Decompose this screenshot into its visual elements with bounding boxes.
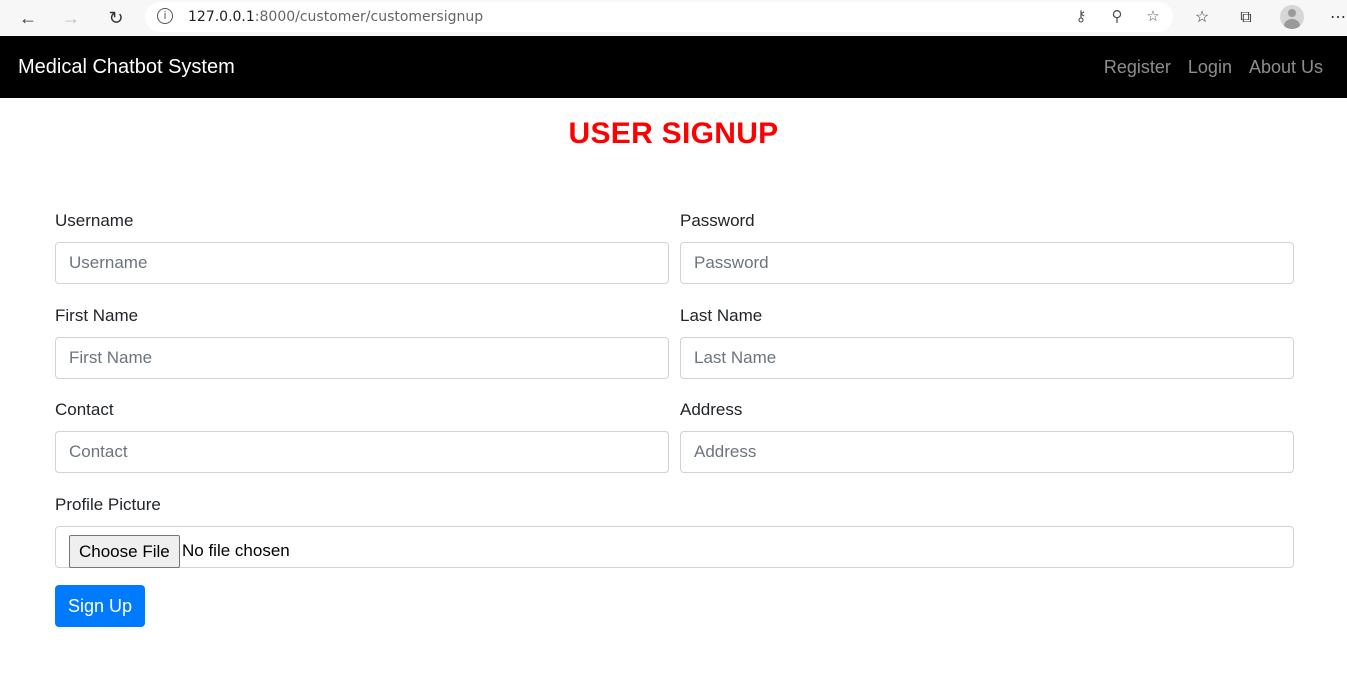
first-name-input[interactable] <box>55 337 669 379</box>
password-input[interactable] <box>680 242 1294 284</box>
browser-toolbar: ← → ↻ i 127.0.0.1:8000/customer/customer… <box>0 0 1347 36</box>
address-label: Address <box>680 400 743 419</box>
profile-picture-input[interactable]: Choose File No file chosen <box>55 526 1294 568</box>
zoom-icon[interactable]: ⚲ <box>1107 7 1127 27</box>
site-info-icon[interactable]: i <box>157 8 173 24</box>
username-input[interactable] <box>55 242 669 284</box>
url-text[interactable]: 127.0.0.1:8000/customer/customersignup <box>188 9 483 25</box>
favorites-icon[interactable]: ☆ <box>1190 6 1214 30</box>
page-title: USER SIGNUP <box>568 117 779 150</box>
last-name-input[interactable] <box>680 337 1294 379</box>
choose-file-button[interactable]: Choose File <box>69 535 180 568</box>
address-bar[interactable]: i 127.0.0.1:8000/customer/customersignup… <box>145 2 1173 32</box>
back-icon[interactable]: ← <box>16 6 40 30</box>
url-path: :8000/customer/customersignup <box>254 9 484 25</box>
favorite-add-icon[interactable]: ☆ <box>1143 7 1163 27</box>
navbar-brand[interactable]: Medical Chatbot System <box>18 56 235 79</box>
profile-avatar-icon[interactable] <box>1280 5 1304 29</box>
nav-link-login[interactable]: Login <box>1188 57 1232 78</box>
last-name-label: Last Name <box>680 306 763 325</box>
more-menu-icon[interactable]: ⋯ <box>1326 6 1347 30</box>
file-status-text: No file chosen <box>182 541 290 560</box>
contact-label: Contact <box>55 400 114 419</box>
username-label: Username <box>55 211 134 230</box>
address-input[interactable] <box>680 431 1294 473</box>
nav-link-register[interactable]: Register <box>1104 57 1171 78</box>
site-navbar: Medical Chatbot System Register Login Ab… <box>0 36 1347 98</box>
profile-picture-label: Profile Picture <box>55 495 161 514</box>
url-host: 127.0.0.1 <box>188 9 255 25</box>
sign-up-button[interactable]: Sign Up <box>55 585 145 627</box>
reload-icon[interactable]: ↻ <box>104 6 128 30</box>
forward-icon[interactable]: → <box>59 6 83 30</box>
navbar-links: Register Login About Us <box>1104 57 1323 78</box>
contact-input[interactable] <box>55 431 669 473</box>
password-label: Password <box>680 211 755 230</box>
first-name-label: First Name <box>55 306 139 325</box>
key-icon[interactable]: ⚷ <box>1071 7 1091 27</box>
collections-icon[interactable]: ⧉ <box>1234 6 1258 30</box>
nav-link-about-us[interactable]: About Us <box>1249 57 1323 78</box>
